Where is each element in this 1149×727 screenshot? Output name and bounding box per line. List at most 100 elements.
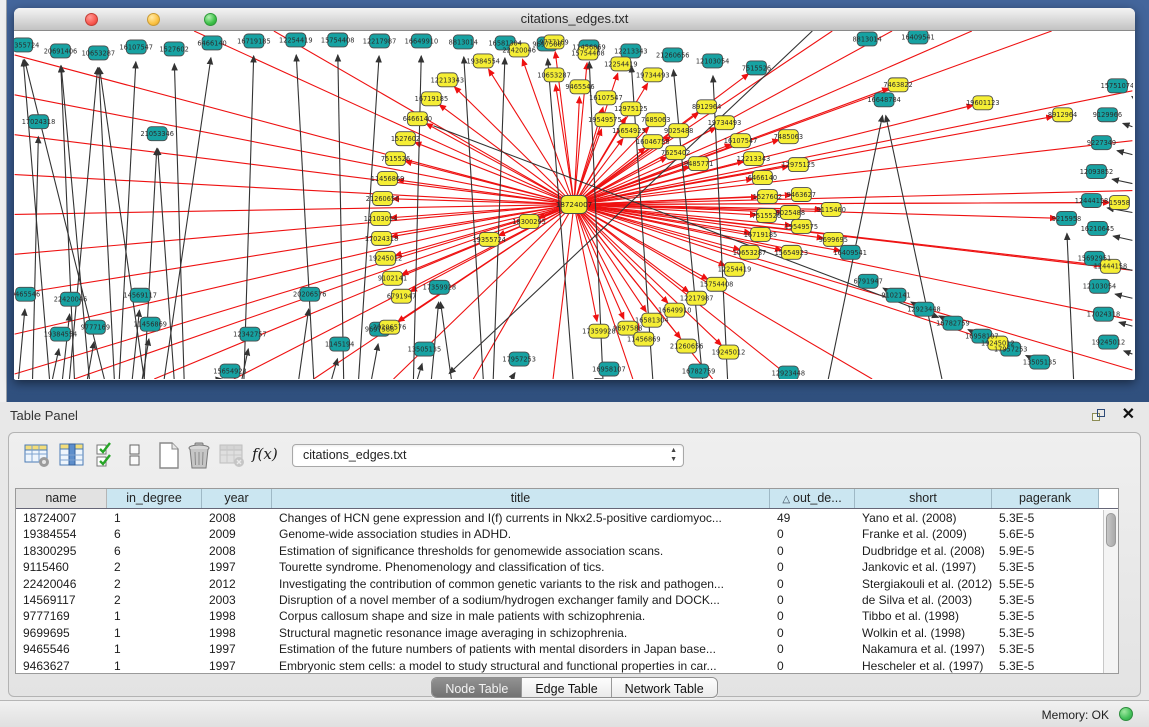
cell-pagerank[interactable]: 5.5E-5 (992, 576, 1099, 592)
cell-short[interactable]: de Silva et al. (2003) (855, 592, 992, 608)
scrollbar-thumb[interactable] (1106, 513, 1116, 547)
cell-out_de[interactable]: 0 (770, 592, 855, 608)
cell-short[interactable]: Stergiakouli et al. (2012) (855, 576, 992, 592)
cell-year[interactable]: 1997 (202, 641, 272, 657)
column-header-year[interactable]: year (202, 489, 272, 508)
select-rows-icon[interactable] (95, 441, 119, 474)
cell-in_degree[interactable]: 1 (107, 658, 202, 673)
cell-title[interactable]: Estimation of the future numbers of pati… (272, 641, 770, 657)
cell-out_de[interactable]: 0 (770, 625, 855, 641)
network-window[interactable]: citations_edges.txt 19355724206914061065… (14, 8, 1135, 380)
cell-out_de[interactable]: 0 (770, 526, 855, 542)
cell-pagerank[interactable]: 5.3E-5 (992, 608, 1099, 624)
cell-out_de[interactable]: 0 (770, 543, 855, 559)
network-canvas[interactable]: 1935572420691406106532871610754715276026… (14, 31, 1133, 379)
cell-name[interactable]: 9699695 (16, 625, 107, 641)
cell-year[interactable]: 2009 (202, 526, 272, 542)
cell-title[interactable]: Estimation of significance thresholds fo… (272, 543, 770, 559)
cell-title[interactable]: Embryonic stem cells: a model to study s… (272, 658, 770, 673)
cell-short[interactable]: Hescheler et al. (1997) (855, 658, 992, 673)
table-row[interactable]: 1938455462009Genome-wide association stu… (16, 526, 1103, 542)
cell-name[interactable]: 22420046 (16, 576, 107, 592)
cell-out_de[interactable]: 0 (770, 658, 855, 673)
cell-in_degree[interactable]: 2 (107, 592, 202, 608)
cell-in_degree[interactable]: 6 (107, 543, 202, 559)
column-header-out_de[interactable]: △out_de... (770, 489, 855, 508)
cell-pagerank[interactable]: 5.9E-5 (992, 543, 1099, 559)
cell-out_de[interactable]: 0 (770, 608, 855, 624)
cell-in_degree[interactable]: 2 (107, 576, 202, 592)
cell-short[interactable]: Yano et al. (2008) (855, 510, 992, 526)
cell-in_degree[interactable]: 2 (107, 559, 202, 575)
cell-short[interactable]: Franke et al. (2009) (855, 526, 992, 542)
cell-short[interactable]: Wolkin et al. (1998) (855, 625, 992, 641)
cell-in_degree[interactable]: 1 (107, 510, 202, 526)
cell-year[interactable]: 1998 (202, 625, 272, 641)
cell-name[interactable]: 18300295 (16, 543, 107, 559)
table-row[interactable]: 2242004622012Investigating the contribut… (16, 576, 1103, 592)
row-height-icon[interactable] (127, 441, 143, 474)
cell-year[interactable]: 1997 (202, 658, 272, 673)
cell-pagerank[interactable]: 5.3E-5 (992, 510, 1099, 526)
cell-out_de[interactable]: 0 (770, 641, 855, 657)
column-header-title[interactable]: title (272, 489, 770, 508)
cell-short[interactable]: Nakamura et al. (1997) (855, 641, 992, 657)
table-row[interactable]: 911546021997Tourette syndrome. Phenomeno… (16, 559, 1103, 575)
cell-year[interactable]: 1998 (202, 608, 272, 624)
table-row[interactable]: 1872400712008Changes of HCN gene express… (16, 510, 1103, 526)
cell-year[interactable]: 1997 (202, 559, 272, 575)
tab-edge-table[interactable]: Edge Table (522, 678, 611, 698)
cell-year[interactable]: 2008 (202, 510, 272, 526)
cell-pagerank[interactable]: 5.3E-5 (992, 625, 1099, 641)
new-file-icon[interactable] (155, 441, 183, 476)
table-row[interactable]: 977716911998Corpus callosum shape and si… (16, 608, 1103, 624)
cell-pagerank[interactable]: 5.3E-5 (992, 559, 1099, 575)
cell-name[interactable]: 9463627 (16, 658, 107, 673)
cell-out_de[interactable]: 49 (770, 510, 855, 526)
function-builder-icon[interactable]: f(x) (252, 445, 278, 463)
cell-in_degree[interactable]: 6 (107, 526, 202, 542)
cell-out_de[interactable]: 0 (770, 576, 855, 592)
cell-short[interactable]: Tibbo et al. (1998) (855, 608, 992, 624)
cell-in_degree[interactable]: 1 (107, 641, 202, 657)
cell-name[interactable]: 9465546 (16, 641, 107, 657)
vertical-scrollbar[interactable] (1103, 510, 1118, 673)
tab-node-table[interactable]: Node Table (432, 678, 522, 698)
cell-name[interactable]: 14569117 (16, 592, 107, 608)
cell-year[interactable]: 2012 (202, 576, 272, 592)
cell-title[interactable]: Structural magnetic resonance image aver… (272, 625, 770, 641)
tab-network-table[interactable]: Network Table (612, 678, 717, 698)
cell-pagerank[interactable]: 5.6E-5 (992, 526, 1099, 542)
table-row[interactable]: 946554611997Estimation of the future num… (16, 641, 1103, 657)
cell-pagerank[interactable]: 5.3E-5 (992, 592, 1099, 608)
cell-title[interactable]: Genome-wide association studies in ADHD. (272, 526, 770, 542)
close-panel-icon[interactable]: ✕ (1122, 406, 1135, 424)
cell-pagerank[interactable]: 5.3E-5 (992, 641, 1099, 657)
cell-name[interactable]: 9115460 (16, 559, 107, 575)
cell-name[interactable]: 9777169 (16, 608, 107, 624)
show-column-icon[interactable] (58, 441, 86, 474)
table-row[interactable]: 969969511998Structural magnetic resonanc… (16, 625, 1103, 641)
table-settings-icon[interactable] (23, 441, 51, 474)
table-row[interactable]: 1830029562008Estimation of significance … (16, 543, 1103, 559)
cell-title[interactable]: Investigating the contribution of common… (272, 576, 770, 592)
cell-title[interactable]: Tourette syndrome. Phenomenology and cla… (272, 559, 770, 575)
cell-pagerank[interactable]: 5.3E-5 (992, 658, 1099, 673)
delete-trash-icon[interactable] (185, 441, 213, 476)
cell-short[interactable]: Jankovic et al. (1997) (855, 559, 992, 575)
column-header-in_degree[interactable]: in_degree (107, 489, 202, 508)
cell-title[interactable]: Changes of HCN gene expression and I(f) … (272, 510, 770, 526)
table-selector-dropdown[interactable]: citations_edges.txt ▲▼ (292, 444, 684, 467)
cell-in_degree[interactable]: 1 (107, 625, 202, 641)
cell-out_de[interactable]: 0 (770, 559, 855, 575)
column-header-pagerank[interactable]: pagerank (992, 489, 1099, 508)
table-row[interactable]: 1456911722003Disruption of a novel membe… (16, 592, 1103, 608)
float-panel-icon[interactable] (1092, 409, 1107, 423)
network-window-titlebar[interactable]: citations_edges.txt (14, 8, 1135, 31)
cell-title[interactable]: Disruption of a novel member of a sodium… (272, 592, 770, 608)
cell-year[interactable]: 2008 (202, 543, 272, 559)
cell-title[interactable]: Corpus callosum shape and size in male p… (272, 608, 770, 624)
cell-name[interactable]: 18724007 (16, 510, 107, 526)
cell-year[interactable]: 2003 (202, 592, 272, 608)
cell-in_degree[interactable]: 1 (107, 608, 202, 624)
